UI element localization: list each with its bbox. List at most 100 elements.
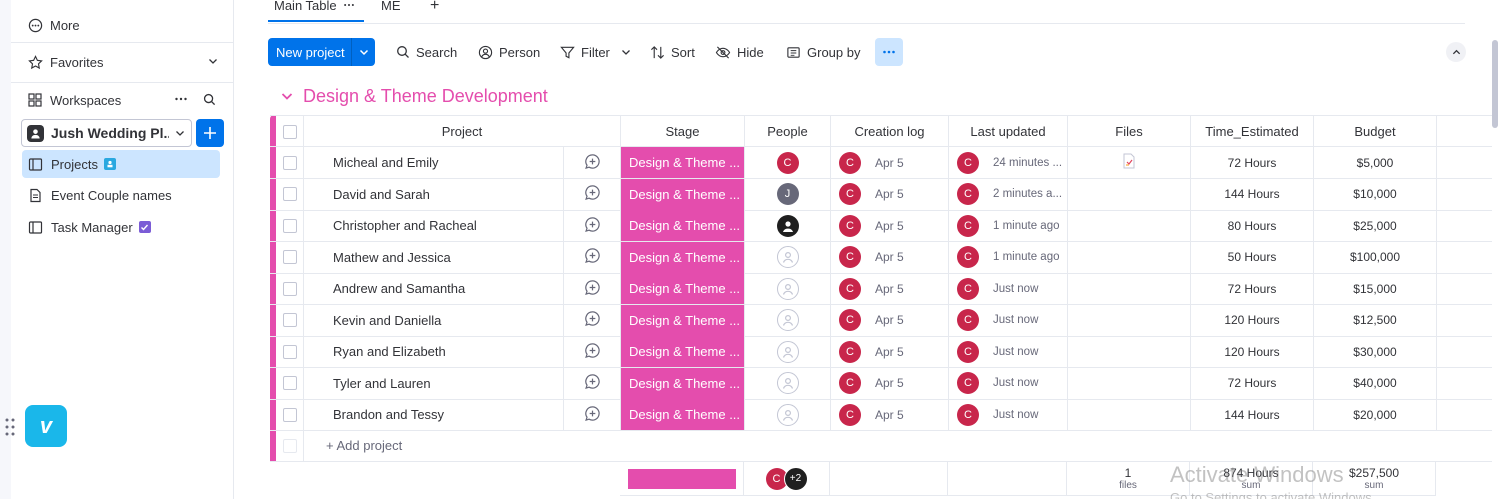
stage-status-cell[interactable]: Design & Theme ... <box>621 210 745 241</box>
file-thumbnail-icon[interactable] <box>1122 153 1136 172</box>
stage-status-cell[interactable]: Design & Theme ... <box>621 273 745 304</box>
column-header-people[interactable]: People <box>745 116 831 147</box>
time-estimated-cell[interactable]: 120 Hours <box>1191 304 1314 336</box>
sidebar-item-event-couple-names[interactable]: Event Couple names <box>22 181 220 209</box>
files-cell[interactable] <box>1068 147 1191 178</box>
add-update-icon[interactable] <box>584 373 601 393</box>
conversation-cell[interactable] <box>564 336 621 367</box>
search-button[interactable]: Search <box>396 38 457 66</box>
column-header-project[interactable]: Project <box>304 116 621 147</box>
people-cell[interactable]: J <box>745 178 831 210</box>
row-checkbox[interactable] <box>282 281 297 296</box>
files-cell[interactable] <box>1068 178 1191 210</box>
column-header-files[interactable]: Files <box>1068 116 1191 147</box>
conversation-cell[interactable] <box>564 210 621 241</box>
empty-person-avatar[interactable] <box>776 340 799 363</box>
conversation-cell[interactable] <box>564 178 621 210</box>
row-checkbox[interactable] <box>282 218 297 233</box>
people-cell[interactable] <box>745 367 831 399</box>
row-checkbox[interactable] <box>282 155 297 170</box>
project-name-cell[interactable]: David and Sarah <box>304 178 564 210</box>
files-cell[interactable] <box>1068 304 1191 336</box>
table-row[interactable]: Micheal and Emily Design & Theme ... C C… <box>270 147 1492 179</box>
time-estimated-cell[interactable]: 144 Hours <box>1191 178 1314 210</box>
sort-button[interactable]: Sort <box>650 38 695 66</box>
people-cell[interactable] <box>745 304 831 336</box>
person-avatar[interactable]: C <box>776 151 799 174</box>
add-project-label[interactable]: + Add project <box>326 430 402 461</box>
people-cell[interactable] <box>745 241 831 273</box>
table-row[interactable]: Brandon and Tessy Design & Theme ... C A… <box>270 399 1492 431</box>
person-filter-button[interactable]: Person <box>478 38 540 66</box>
time-estimated-cell[interactable]: 72 Hours <box>1191 367 1314 399</box>
column-header-budget[interactable]: Budget <box>1314 116 1437 147</box>
select-all-checkbox[interactable] <box>282 124 297 139</box>
chevron-down-icon[interactable] <box>621 45 637 60</box>
time-estimated-cell[interactable]: 144 Hours <box>1191 399 1314 430</box>
time-estimated-cell[interactable]: 120 Hours <box>1191 336 1314 367</box>
add-update-icon[interactable] <box>584 247 601 267</box>
add-view-button[interactable]: + <box>430 0 439 15</box>
tab-me[interactable]: ME <box>381 0 401 13</box>
stage-status-cell[interactable]: Design & Theme ... <box>621 367 745 399</box>
stage-status-cell[interactable]: Design & Theme ... <box>621 178 745 210</box>
group-header[interactable]: Design & Theme Development <box>280 84 548 108</box>
time-estimated-cell[interactable]: 80 Hours <box>1191 210 1314 241</box>
project-name-cell[interactable]: Ryan and Elizabeth <box>304 336 564 367</box>
time-estimated-cell[interactable]: 50 Hours <box>1191 241 1314 273</box>
files-cell[interactable] <box>1068 241 1191 273</box>
people-cell[interactable] <box>745 273 831 304</box>
project-name-cell[interactable]: Brandon and Tessy <box>304 399 564 430</box>
row-checkbox[interactable] <box>282 407 297 422</box>
table-row[interactable]: Tyler and Lauren Design & Theme ... C Ap… <box>270 367 1492 400</box>
files-cell[interactable] <box>1068 336 1191 367</box>
empty-person-avatar[interactable] <box>776 277 799 300</box>
stage-status-cell[interactable]: Design & Theme ... <box>621 147 745 178</box>
budget-cell[interactable]: $40,000 <box>1314 367 1437 399</box>
people-cell[interactable] <box>745 399 831 430</box>
budget-cell[interactable]: $12,500 <box>1314 304 1437 336</box>
project-name-cell[interactable]: Micheal and Emily <box>304 147 564 178</box>
filter-button[interactable]: Filter <box>560 38 637 66</box>
empty-person-avatar[interactable] <box>776 246 799 268</box>
people-cell[interactable]: C <box>745 147 831 178</box>
search-icon[interactable] <box>203 93 216 109</box>
row-checkbox[interactable] <box>282 187 297 201</box>
add-update-icon[interactable] <box>584 342 601 362</box>
add-project-row[interactable]: + Add project <box>270 430 1492 462</box>
sidebar-more[interactable]: More <box>11 14 234 36</box>
budget-cell[interactable]: $10,000 <box>1314 178 1437 210</box>
budget-cell[interactable]: $30,000 <box>1314 336 1437 367</box>
person-avatar[interactable]: J <box>776 183 799 205</box>
sidebar-item-projects[interactable]: Projects <box>22 150 220 178</box>
vertical-scrollbar[interactable] <box>1492 40 1498 128</box>
tab-main-table[interactable]: Main Table <box>274 0 337 13</box>
budget-cell[interactable]: $100,000 <box>1314 241 1437 273</box>
files-cell[interactable] <box>1068 273 1191 304</box>
tab-options-icon[interactable] <box>343 0 355 14</box>
table-row[interactable]: Mathew and Jessica Design & Theme ... C … <box>270 241 1492 274</box>
project-name-cell[interactable]: Mathew and Jessica <box>304 241 564 273</box>
empty-person-avatar[interactable] <box>776 309 799 331</box>
chevron-down-icon[interactable] <box>352 47 375 57</box>
conversation-cell[interactable] <box>564 367 621 399</box>
table-row[interactable]: Christopher and Racheal Design & Theme .… <box>270 210 1492 242</box>
row-checkbox[interactable] <box>282 344 297 359</box>
column-header-time-estimated[interactable]: Time_Estimated <box>1191 116 1314 147</box>
table-row[interactable]: David and Sarah Design & Theme ... J C A… <box>270 178 1492 211</box>
add-update-icon[interactable] <box>584 153 601 173</box>
project-name-cell[interactable]: Tyler and Lauren <box>304 367 564 399</box>
files-cell[interactable] <box>1068 210 1191 241</box>
people-cell[interactable] <box>745 336 831 367</box>
stage-status-cell[interactable]: Design & Theme ... <box>621 241 745 273</box>
drag-handle-icon[interactable] <box>5 418 15 436</box>
add-update-icon[interactable] <box>584 184 601 204</box>
budget-cell[interactable]: $15,000 <box>1314 273 1437 304</box>
more-actions-button[interactable] <box>875 38 903 66</box>
files-cell[interactable] <box>1068 399 1191 430</box>
project-name-cell[interactable]: Christopher and Racheal <box>304 210 564 241</box>
people-cell[interactable] <box>745 210 831 241</box>
table-row[interactable]: Andrew and Samantha Design & Theme ... C… <box>270 273 1492 305</box>
add-update-icon[interactable] <box>584 405 601 425</box>
person-avatar[interactable] <box>776 214 799 237</box>
